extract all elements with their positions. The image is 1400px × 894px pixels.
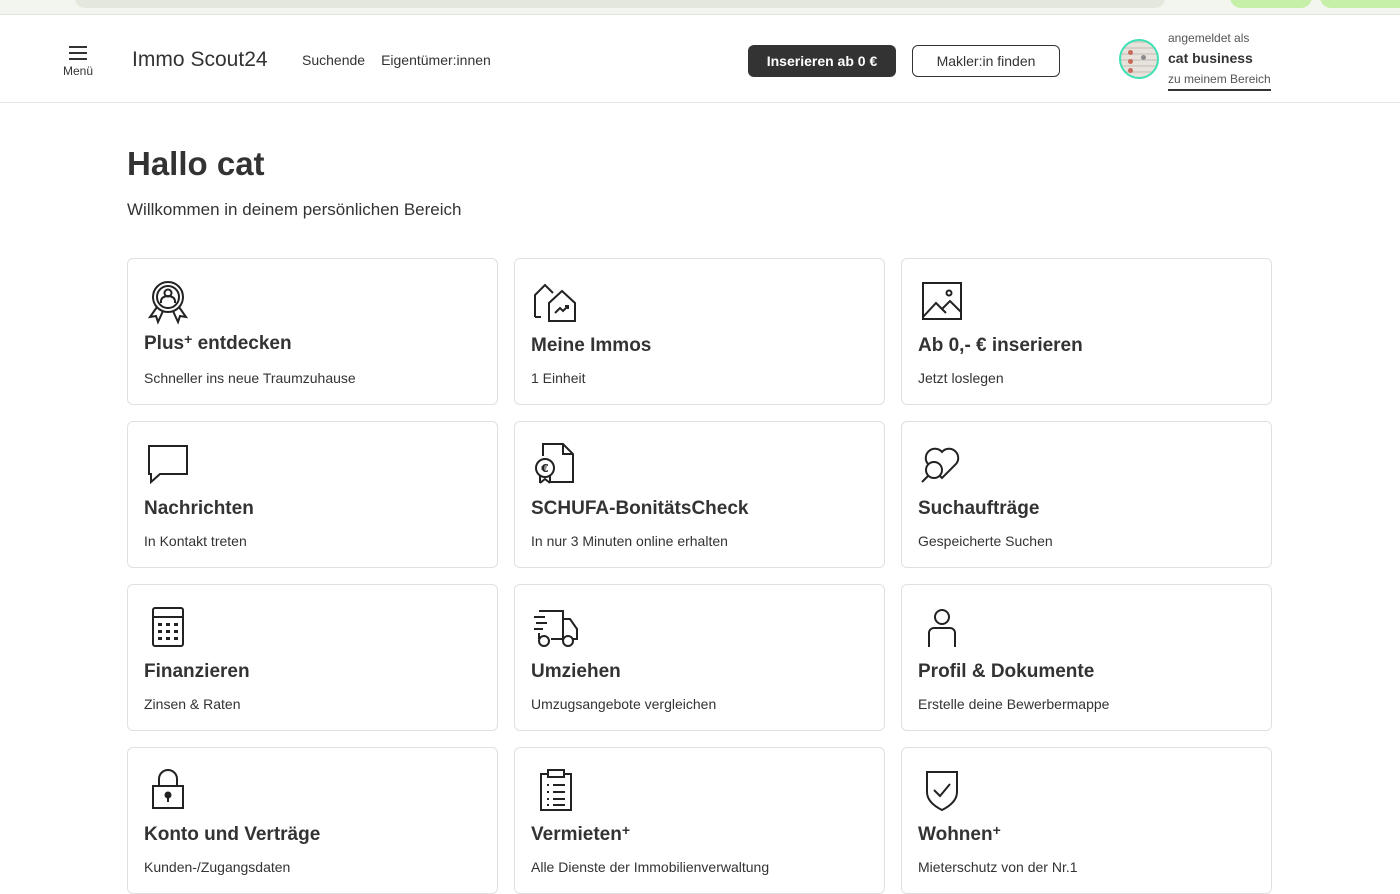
shield-check-icon (926, 771, 958, 812)
immoscout-logo[interactable]: Immo Scout24 (128, 44, 268, 76)
card-description: Zinsen & Raten (144, 696, 241, 712)
nav-eigentuemer[interactable]: Eigentümer:innen (381, 52, 491, 68)
nav-suchende[interactable]: Suchende (302, 52, 365, 68)
user-name: cat business (1168, 50, 1253, 66)
top-action-pill[interactable] (1230, 0, 1312, 8)
card-description: Mieterschutz von der Nr.1 (918, 859, 1078, 875)
card-description: In Kontakt treten (144, 533, 247, 549)
site-header: Menü Immo Scout24 Suchende Eigentümer:in… (0, 15, 1400, 103)
card-konto-vertraege[interactable]: Konto und Verträge Kunden-/Zugangsdaten (127, 747, 498, 894)
card-title: Plus+ entdecken (144, 331, 292, 354)
svg-text:€: € (540, 462, 549, 475)
top-banner-strip (0, 0, 1400, 15)
card-title: Umziehen (531, 661, 621, 682)
calculator-icon (152, 607, 184, 647)
card-description: Jetzt loslegen (918, 370, 1004, 386)
card-title: Nachrichten (144, 498, 254, 519)
top-search-bar[interactable] (75, 0, 1165, 8)
card-plus[interactable]: Plus+ entdecken Schneller ins neue Traum… (127, 258, 498, 405)
card-description: Umzugsangebote vergleichen (531, 696, 717, 712)
lock-icon (152, 769, 184, 809)
card-title: Profil & Dokumente (918, 661, 1095, 682)
page-subtitle: Willkommen in deinem persönlichen Bereic… (127, 200, 462, 219)
menu-button[interactable]: Menü (56, 45, 100, 91)
card-vermieten[interactable]: Vermieten+ Alle Dienste der Immobilienve… (514, 747, 885, 894)
card-wohnen[interactable]: Wohnen+ Mieterschutz von der Nr.1 (901, 747, 1272, 894)
top-action-pill-2[interactable] (1320, 0, 1400, 8)
card-description: 1 Einheit (531, 370, 586, 386)
card-title: Finanzieren (144, 661, 250, 682)
card-nachrichten[interactable]: Nachrichten In Kontakt treten (127, 421, 498, 568)
card-profil-dokumente[interactable]: Profil & Dokumente Erstelle deine Bewerb… (901, 584, 1272, 731)
menu-label: Menü (62, 64, 94, 78)
page-title: Hallo cat (127, 145, 265, 182)
chat-bubble-icon (148, 445, 188, 485)
avatar[interactable] (1119, 39, 1159, 79)
card-title: Konto und Verträge (144, 824, 321, 845)
card-title: SCHUFA-BonitätsCheck (531, 498, 749, 519)
card-inserieren[interactable]: Ab 0,- € inserieren Jetzt loslegen (901, 258, 1272, 405)
card-title: Suchaufträge (918, 498, 1040, 519)
moving-truck-icon (534, 610, 578, 647)
card-description: Erstelle deine Bewerbermappe (918, 696, 1110, 712)
houses-chart-icon (534, 283, 576, 322)
clipboard-list-icon (540, 769, 572, 811)
dashboard-grid: Plus+ entdecken Schneller ins neue Traum… (127, 258, 1272, 894)
card-description: Gespeicherte Suchen (918, 533, 1053, 549)
card-description: Alle Dienste der Immobilienverwaltung (531, 859, 770, 875)
logo-immo: Immo (128, 48, 189, 72)
document-euro-icon: € (535, 443, 574, 484)
card-description: In nur 3 Minuten online erhalten (531, 533, 728, 549)
card-umziehen[interactable]: Umziehen Umzugsangebote vergleichen (514, 584, 885, 731)
card-title: Wohnen+ (918, 822, 1001, 845)
logged-in-as-label: angemeldet als (1168, 31, 1250, 45)
my-area-link[interactable]: zu meinem Bereich (1168, 72, 1271, 91)
card-suchauftraege[interactable]: Suchaufträge Gespeicherte Suchen (901, 421, 1272, 568)
card-finanzieren[interactable]: Finanzieren Zinsen & Raten (127, 584, 498, 731)
card-schufa[interactable]: € SCHUFA-BonitätsCheck In nur 3 Minuten … (514, 421, 885, 568)
card-description: Kunden-/Zugangsdaten (144, 859, 291, 875)
card-description: Schneller ins neue Traumzuhause (144, 370, 356, 386)
person-icon (928, 609, 956, 647)
card-title: Meine Immos (531, 335, 652, 356)
search-heart-icon (921, 447, 960, 483)
inserieren-button[interactable]: Inserieren ab 0 € (748, 45, 896, 77)
hamburger-icon (69, 46, 87, 60)
card-title: Ab 0,- € inserieren (918, 335, 1083, 356)
image-icon (922, 282, 962, 320)
card-meine-immos[interactable]: Meine Immos 1 Einheit (514, 258, 885, 405)
user-info: angemeldet als cat business zu meinem Be… (1168, 31, 1278, 91)
award-badge-icon (147, 281, 189, 325)
makler-finden-button[interactable]: Makler:in finden (912, 45, 1060, 77)
logo-scout: Scout24 (190, 48, 268, 71)
main-nav: Suchende Eigentümer:innen (302, 52, 491, 68)
card-title: Vermieten+ (531, 822, 631, 845)
